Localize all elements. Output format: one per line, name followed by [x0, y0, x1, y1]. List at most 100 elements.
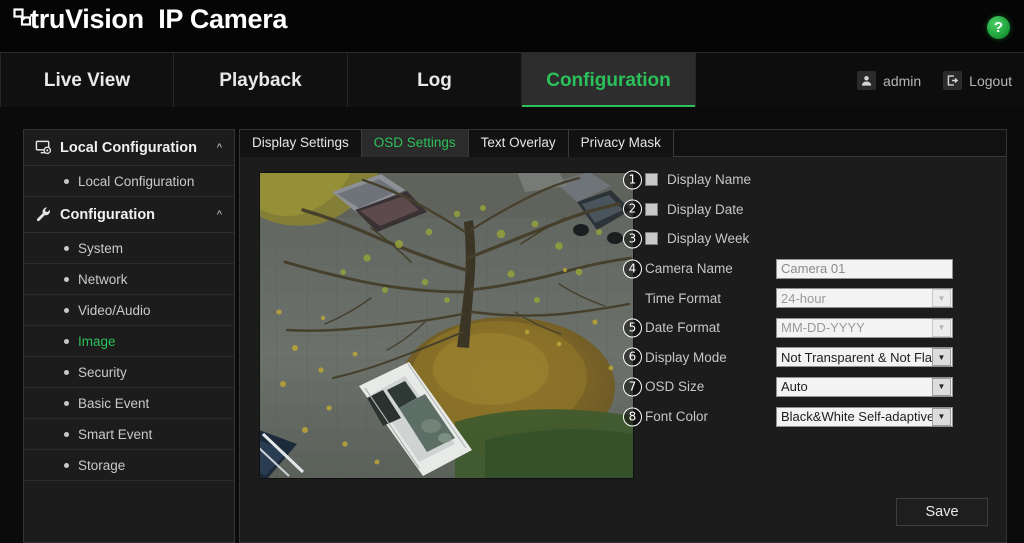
sidebar-item-label: Smart Event: [78, 426, 153, 442]
tab-text-overlay[interactable]: Text Overlay: [468, 130, 569, 157]
sidebar-group-label: Configuration: [60, 206, 156, 223]
form-row-display-date: 2 Display Date: [623, 195, 995, 225]
font-color-select[interactable]: Black&White Self-adaptive ▼: [776, 406, 953, 427]
display-name-label: Display Name: [667, 172, 752, 188]
osd-size-label: OSD Size: [645, 379, 705, 395]
sidebar-item-image[interactable]: Image: [24, 326, 234, 357]
nav-tab-configuration[interactable]: Configuration: [522, 53, 696, 108]
date-format-value: MM-DD-YYYY: [781, 320, 865, 336]
logout-button[interactable]: Logout: [943, 71, 1012, 90]
chevron-down-icon[interactable]: ▼: [932, 407, 951, 426]
sidebar-item-label: Video/Audio: [78, 302, 151, 318]
osd-size-value: Auto: [781, 379, 808, 395]
osd-form: 1 Display Name 2 Display Date 3 Display …: [623, 165, 995, 435]
sidebar-group-label: Local Configuration: [60, 139, 197, 156]
chevron-up-icon[interactable]: ^: [217, 142, 222, 154]
bullet-icon: [64, 338, 69, 344]
logout-icon: [943, 71, 963, 90]
sidebar: Local Configuration ^ Local Configuratio…: [23, 129, 235, 543]
chevron-down-icon[interactable]: ▼: [932, 348, 951, 367]
bullet-icon: [64, 245, 69, 251]
display-mode-select[interactable]: Not Transparent & Not Flashing ▼: [776, 347, 953, 368]
osd-size-control: Auto ▼: [776, 376, 953, 397]
date-format-select[interactable]: MM-DD-YYYY ▼: [776, 317, 953, 338]
tab-privacy-mask[interactable]: Privacy Mask: [568, 130, 674, 157]
bullet-icon: [64, 178, 69, 184]
sidebar-item-local-configuration[interactable]: Local Configuration: [24, 166, 234, 197]
date-format-control: MM-DD-YYYY ▼: [776, 317, 953, 338]
display-mode-value: Not Transparent & Not Flashing: [781, 349, 932, 365]
monitor-config-icon: [34, 139, 52, 157]
chevron-down-icon[interactable]: ▼: [932, 377, 951, 396]
nav-tab-playback[interactable]: Playback: [174, 53, 348, 108]
sidebar-item-video-audio[interactable]: Video/Audio: [24, 295, 234, 326]
display-week-label: Display Week: [667, 231, 750, 247]
osd-settings-panel: 1 Display Name 2 Display Date 3 Display …: [240, 157, 1006, 543]
display-mode-control: Not Transparent & Not Flashing ▼: [776, 347, 953, 368]
callout-3: 3: [623, 229, 642, 249]
chevron-down-icon[interactable]: ▼: [932, 318, 951, 337]
page-body: Local Configuration ^ Local Configuratio…: [0, 107, 1024, 543]
tab-display-settings[interactable]: Display Settings: [240, 130, 362, 157]
osd-size-select[interactable]: Auto ▼: [776, 376, 953, 397]
sidebar-item-label: Storage: [78, 457, 126, 473]
live-video-preview[interactable]: [259, 172, 634, 479]
time-format-select[interactable]: 24-hour ▼: [776, 288, 953, 309]
camera-name-input[interactable]: [776, 258, 953, 279]
nav-tab-live-view[interactable]: Live View: [0, 53, 174, 108]
nav-tab-log[interactable]: Log: [348, 53, 522, 108]
tab-osd-settings[interactable]: OSD Settings: [361, 130, 469, 157]
time-format-label: Time Format: [645, 290, 722, 306]
callout-5: 5: [623, 318, 642, 338]
display-name-checkbox[interactable]: [645, 173, 658, 187]
sidebar-group-local-configuration[interactable]: Local Configuration ^: [24, 130, 234, 166]
sidebar-item-security[interactable]: Security: [24, 357, 234, 388]
form-row-display-mode: 6 Display Mode Not Transparent & Not Fla…: [623, 343, 995, 373]
save-button[interactable]: Save: [896, 498, 988, 526]
sidebar-item-label: System: [78, 240, 124, 256]
content-panel: Display Settings OSD Settings Text Overl…: [239, 129, 1007, 543]
date-format-label: Date Format: [645, 320, 721, 336]
sidebar-item-network[interactable]: Network: [24, 264, 234, 295]
display-date-checkbox[interactable]: [645, 202, 658, 216]
callout-8: 8: [623, 407, 642, 427]
camera-name-control: [776, 258, 953, 279]
font-color-control: Black&White Self-adaptive ▼: [776, 406, 953, 427]
time-format-value: 24-hour: [781, 290, 826, 306]
brand-title: truVision IP Camera: [30, 4, 287, 34]
chevron-up-icon[interactable]: ^: [217, 209, 222, 221]
bullet-icon: [64, 276, 69, 282]
form-row-display-name: 1 Display Name: [623, 165, 995, 195]
help-icon[interactable]: ?: [987, 16, 1010, 39]
time-format-control: 24-hour ▼: [776, 288, 953, 309]
nav-tab-list: Live View Playback Log Configuration: [0, 53, 696, 108]
sidebar-item-storage[interactable]: Storage: [24, 450, 234, 481]
callout-4: 4: [623, 259, 642, 279]
sidebar-item-label: Image: [78, 333, 116, 349]
form-row-font-color: 8 Font Color Black&White Self-adaptive ▼: [623, 402, 995, 432]
form-row-osd-size: 7 OSD Size Auto ▼: [623, 372, 995, 402]
current-user[interactable]: admin: [857, 71, 921, 90]
chevron-down-icon[interactable]: ▼: [932, 289, 951, 308]
sidebar-item-label: Basic Event: [78, 395, 150, 411]
sidebar-item-system[interactable]: System: [24, 233, 234, 264]
bullet-icon: [64, 462, 69, 468]
user-area: admin Logout: [857, 53, 1012, 108]
display-date-label: Display Date: [667, 201, 744, 217]
main-navigation: Live View Playback Log Configuration adm…: [0, 52, 1024, 108]
camera-web-ui: truVision IP Camera ? Live View Playback…: [0, 0, 1024, 543]
current-user-label: admin: [883, 72, 922, 89]
callout-2: 2: [623, 199, 642, 219]
brand-product: IP Camera: [158, 4, 288, 34]
bullet-icon: [64, 369, 69, 375]
user-icon: [857, 71, 877, 90]
sidebar-item-basic-event[interactable]: Basic Event: [24, 388, 234, 419]
sidebar-item-smart-event[interactable]: Smart Event: [24, 419, 234, 450]
display-week-checkbox[interactable]: [645, 232, 658, 246]
brand: truVision IP Camera: [12, 4, 287, 34]
sidebar-group-configuration[interactable]: Configuration ^: [24, 197, 234, 233]
form-row-display-week: 3 Display Week: [623, 224, 995, 254]
form-row-time-format: Time Format 24-hour ▼: [645, 283, 995, 313]
sidebar-item-label: Security: [78, 364, 127, 380]
brand-name: truVision: [30, 4, 144, 34]
